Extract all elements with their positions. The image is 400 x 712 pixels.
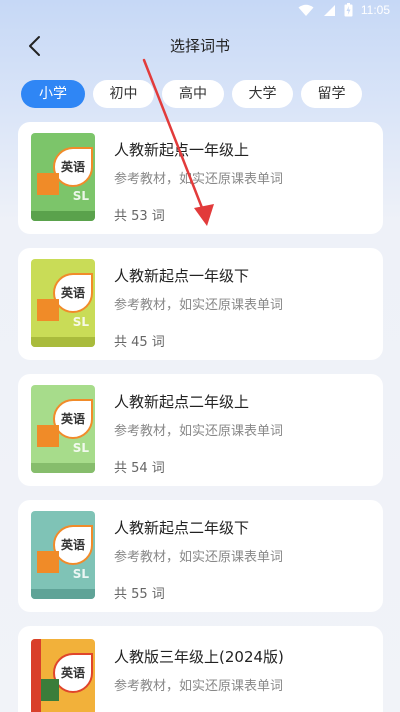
level-tabs: 小学 初中 高中 大学 留学 — [21, 80, 362, 108]
book-cover: 英语 SL — [31, 385, 95, 473]
book-card[interactable]: 英语 SL 人教新起点一年级下 参考教材，如实还原课表单词 共 45 词 — [18, 248, 383, 360]
cover-grade-badge — [37, 299, 59, 321]
word-count: 共 45 词 — [114, 335, 165, 350]
page-title: 选择词书 — [169, 37, 230, 55]
tab-primary[interactable]: 小学 — [21, 80, 85, 108]
book-card[interactable]: 英语 SL 人教新起点二年级下 参考教材，如实还原课表单词 共 55 词 — [18, 500, 383, 612]
cover-grade-badge — [37, 173, 59, 195]
cover-grade-badge — [37, 551, 59, 573]
battery-icon — [344, 3, 353, 17]
cover-spine — [31, 337, 95, 347]
book-desc: 参考教材，如实还原课表单词 — [114, 298, 284, 313]
book-card[interactable]: 英语 SL 人教新起点一年级上 参考教材，如实还原课表单词 共 53 词 — [18, 122, 383, 234]
book-cover: 英语 — [31, 639, 95, 712]
book-title: 人教新起点二年级下 — [114, 519, 250, 537]
book-desc: 参考教材，如实还原课表单词 — [114, 679, 284, 694]
book-title: 人教新起点二年级上 — [114, 393, 250, 411]
wifi-icon — [298, 4, 314, 16]
book-title: 人教版三年级上(2024版) — [114, 648, 284, 666]
cover-logo: SL — [72, 567, 89, 581]
cover-spine — [31, 463, 95, 473]
cover-grade-badge — [37, 425, 59, 447]
tab-university[interactable]: 大学 — [232, 80, 293, 108]
book-cover: 英语 SL — [31, 511, 95, 599]
cover-title: 英语 — [53, 147, 93, 187]
cover-title: 英语 — [53, 273, 93, 313]
signal-icon — [323, 4, 335, 16]
cover-title: 英语 — [53, 525, 93, 565]
cover-title: 英语 — [53, 653, 93, 693]
status-time: 11:05 — [360, 3, 390, 17]
book-desc: 参考教材，如实还原课表单词 — [114, 172, 284, 187]
cover-spine — [31, 639, 41, 712]
book-desc: 参考教材，如实还原课表单词 — [114, 550, 284, 565]
book-card[interactable]: 英语 SL 人教新起点二年级上 参考教材，如实还原课表单词 共 54 词 — [18, 374, 383, 486]
cover-spine — [31, 589, 95, 599]
tab-junior-high[interactable]: 初中 — [93, 80, 154, 108]
word-count: 共 55 词 — [114, 587, 165, 602]
book-title: 人教新起点一年级下 — [114, 267, 250, 285]
book-cover: 英语 SL — [31, 133, 95, 221]
book-card[interactable]: 英语 人教版三年级上(2024版) 参考教材，如实还原课表单词 — [18, 626, 383, 712]
word-count: 共 54 词 — [114, 461, 165, 476]
book-title: 人教新起点一年级上 — [114, 141, 250, 159]
cover-logo: SL — [72, 189, 89, 203]
cover-logo: SL — [72, 315, 89, 329]
word-count: 共 53 词 — [114, 209, 165, 224]
tab-senior-high[interactable]: 高中 — [162, 80, 224, 108]
cover-logo: SL — [72, 441, 89, 455]
tab-study-abroad[interactable]: 留学 — [301, 80, 362, 108]
status-icons: 11:05 — [298, 3, 390, 17]
cover-title: 英语 — [53, 399, 93, 439]
book-desc: 参考教材，如实还原课表单词 — [114, 424, 284, 439]
cover-spine — [31, 211, 95, 221]
status-bar: 11:05 — [0, 0, 400, 24]
book-cover: 英语 SL — [31, 259, 95, 347]
